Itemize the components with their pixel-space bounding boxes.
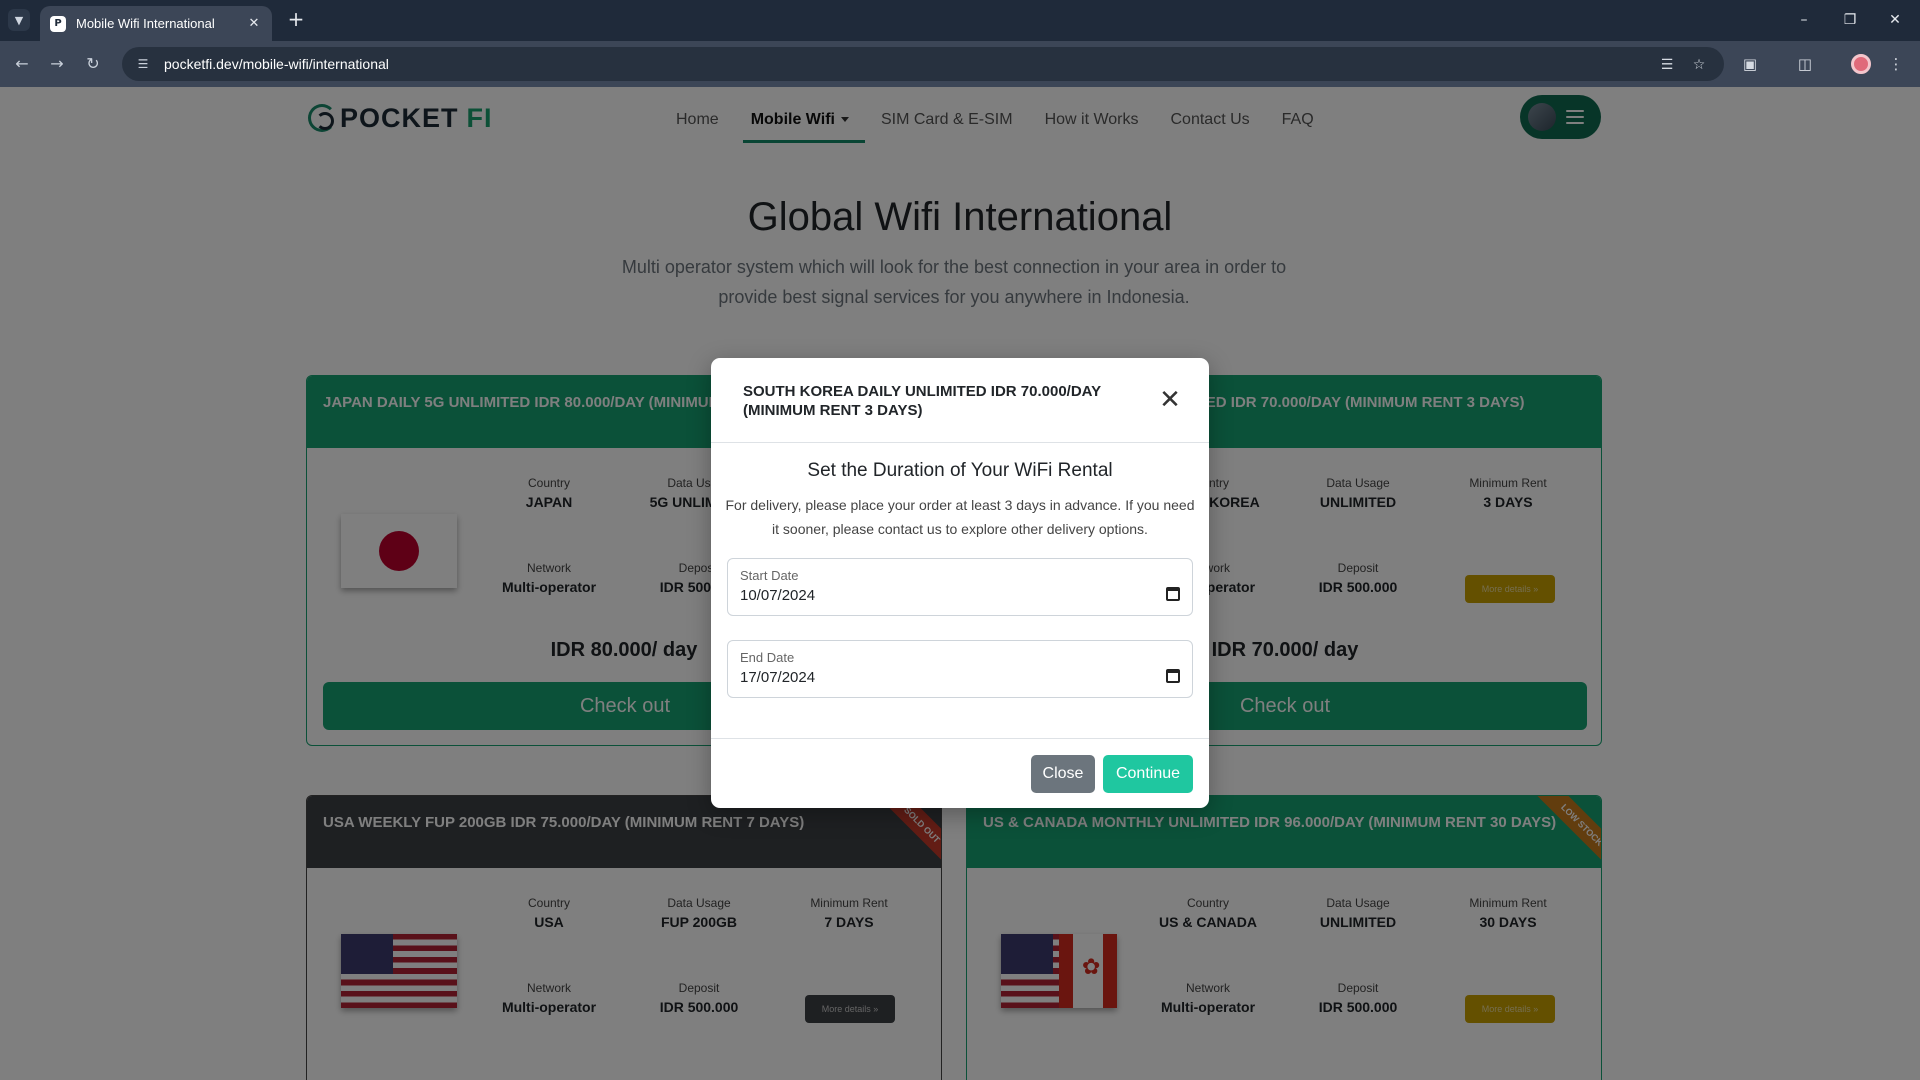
- start-date-value[interactable]: 10/07/2024: [740, 587, 1180, 604]
- translate-icon[interactable]: ☰: [1658, 56, 1676, 74]
- start-date-label: Start Date: [740, 568, 799, 583]
- back-arrow-icon[interactable]: ←: [10, 52, 34, 76]
- address-bar[interactable]: ☰ pocketfi.dev/mobile-wifi/international…: [122, 47, 1724, 81]
- restore-icon[interactable]: ❐: [1835, 8, 1865, 32]
- browser-toolbar: ← → ↻ ☰ pocketfi.dev/mobile-wifi/interna…: [0, 41, 1920, 87]
- browser-tab-bar: ▼ P Mobile Wifi International ✕ + – ❐ ✕: [0, 0, 1920, 41]
- browser-profile-avatar[interactable]: [1851, 54, 1871, 74]
- start-date-field[interactable]: Start Date 10/07/2024: [727, 558, 1193, 616]
- tab-close-icon[interactable]: ✕: [246, 16, 262, 31]
- modal-header: SOUTH KOREA DAILY UNLIMITED IDR 70.000/D…: [711, 358, 1209, 443]
- modal-heading: Set the Duration of Your WiFi Rental: [807, 460, 1113, 481]
- rental-duration-modal: SOUTH KOREA DAILY UNLIMITED IDR 70.000/D…: [711, 358, 1209, 808]
- calendar-icon[interactable]: [1166, 669, 1180, 683]
- continue-button[interactable]: Continue: [1103, 755, 1193, 793]
- modal-close-icon[interactable]: ✕: [1158, 386, 1182, 412]
- tab-title: Mobile Wifi International: [76, 16, 215, 31]
- new-tab-plus-icon[interactable]: +: [284, 8, 308, 32]
- modal-title: SOUTH KOREA DAILY UNLIMITED IDR 70.000/D…: [743, 383, 1101, 419]
- browser-menu-icon[interactable]: ⋮: [1885, 53, 1907, 75]
- end-date-value[interactable]: 17/07/2024: [740, 669, 1180, 686]
- extensions-icon[interactable]: ▣: [1739, 53, 1761, 75]
- minimize-icon[interactable]: –: [1789, 8, 1819, 32]
- end-date-label: End Date: [740, 650, 795, 665]
- close-button[interactable]: Close: [1031, 755, 1095, 793]
- end-date-field[interactable]: End Date 17/07/2024: [727, 640, 1193, 698]
- window-close-icon[interactable]: ✕: [1880, 8, 1910, 32]
- url-text[interactable]: pocketfi.dev/mobile-wifi/international: [164, 56, 389, 72]
- tab-search-chevron-icon[interactable]: ▼: [8, 9, 30, 31]
- calendar-icon[interactable]: [1166, 587, 1180, 601]
- site-info-icon[interactable]: ☰: [134, 55, 152, 73]
- browser-tab[interactable]: P Mobile Wifi International ✕: [40, 6, 272, 41]
- bookmark-star-icon[interactable]: ☆: [1690, 56, 1708, 74]
- favicon-icon: P: [50, 15, 66, 32]
- modal-description: For delivery, please place your order at…: [725, 497, 1195, 537]
- forward-arrow-icon[interactable]: →: [45, 52, 69, 76]
- side-panel-icon[interactable]: ◫: [1794, 53, 1816, 75]
- reload-icon[interactable]: ↻: [81, 52, 105, 76]
